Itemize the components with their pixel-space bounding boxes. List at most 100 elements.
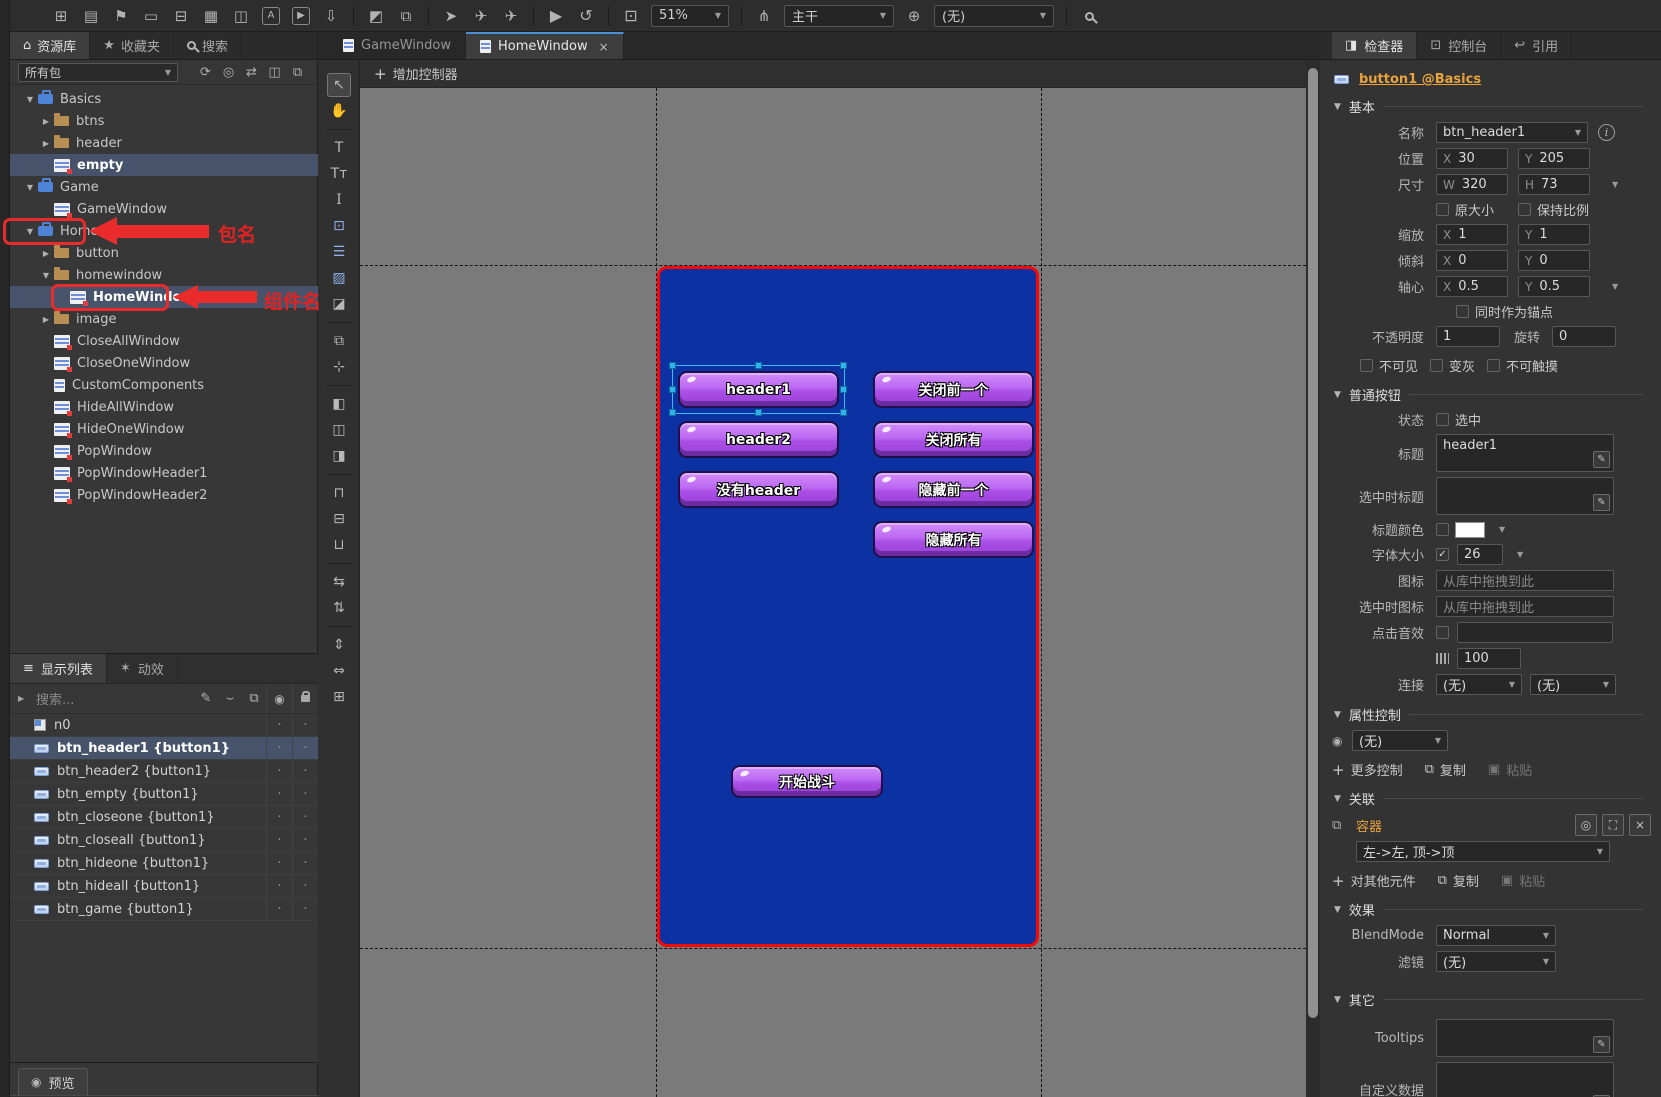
display-list-item-btn_closeall[interactable]: btn_closeall {button1}·· [10, 829, 318, 852]
library-tab-资源库[interactable]: ⌂资源库 [10, 32, 90, 59]
chevron-down-icon[interactable]: ▼ [1606, 180, 1618, 189]
chevron-down-icon[interactable]: ▼ [1606, 282, 1618, 291]
expander-icon[interactable]: ▶ [38, 315, 54, 324]
display-list-item-btn_game[interactable]: btn_game {button1}·· [10, 898, 318, 921]
paste-controls-button[interactable]: ▣粘贴 [1488, 760, 1532, 779]
tree-item-GameWindow[interactable]: GameWindow [10, 198, 318, 220]
publish-icon[interactable]: ➤ [438, 7, 464, 25]
expander-icon[interactable]: ▶ [38, 117, 54, 126]
expander-icon[interactable]: ▶ [38, 249, 54, 258]
game-button-隐藏所有[interactable]: 隐藏所有 [873, 521, 1034, 558]
locate-icon[interactable]: ◎ [217, 65, 240, 80]
copy-controls-button[interactable]: ⧉复制 [1425, 760, 1466, 779]
display-list-item-n0[interactable]: n0·· [10, 714, 318, 737]
section-prop-control[interactable]: ▼属性控制 [1334, 705, 1651, 724]
expander-icon[interactable]: ▼ [38, 271, 54, 280]
tree-item-btns[interactable]: ▶btns [10, 110, 318, 132]
title-color-checkbox[interactable] [1436, 523, 1449, 536]
inspector-tab-引用[interactable]: ↩引用 [1501, 32, 1572, 59]
branch-icon[interactable]: ⋔ [751, 7, 777, 25]
font-size-field[interactable]: 26 [1457, 544, 1503, 565]
game-button-隐藏前一个[interactable]: 隐藏前一个 [873, 471, 1034, 508]
visible-toggle[interactable]: · [266, 806, 292, 828]
display-list-item-btn_header2[interactable]: btn_header2 {button1}·· [10, 760, 318, 783]
skew-y-field[interactable]: Y0 [1518, 250, 1590, 271]
visible-toggle[interactable]: · [266, 760, 292, 782]
title-input[interactable]: header1 ✎ [1436, 434, 1614, 472]
link-select-2[interactable]: (无)▼ [1530, 674, 1616, 695]
position-y-field[interactable]: Y205 [1518, 148, 1590, 169]
scale-y-field[interactable]: Y1 [1518, 224, 1590, 245]
tree-item-empty[interactable]: empty [10, 154, 318, 176]
position-x-field[interactable]: X30 [1436, 148, 1508, 169]
display-list-tab-显示列表[interactable]: ≡显示列表 [10, 654, 107, 683]
list-tool-icon[interactable]: ☰ [327, 240, 351, 264]
display-list-item-btn_header1[interactable]: btn_header1 {button1}·· [10, 737, 318, 760]
expand-relation-button[interactable]: ⛶ [1602, 814, 1624, 836]
volume-field[interactable]: 100 [1457, 648, 1521, 669]
lock-toggle[interactable]: · [292, 714, 318, 736]
stage[interactable]: header1header2没有header关闭前一个关闭所有隐藏前一个隐藏所有… [360, 88, 1306, 1097]
lock-toggle[interactable]: · [292, 760, 318, 782]
align-bottom-icon[interactable]: ⊔ [327, 533, 351, 557]
blendmode-select[interactable]: Normal▼ [1436, 925, 1556, 946]
align-top-icon[interactable]: ⊓ [327, 481, 351, 505]
group-tool-icon[interactable]: ⧉ [327, 329, 351, 353]
button-widget-icon[interactable]: ▭ [138, 7, 164, 25]
visible-toggle[interactable]: · [266, 875, 292, 897]
size-w-field[interactable]: W320 [1436, 174, 1508, 195]
section-other[interactable]: ▼其它 [1334, 990, 1651, 1009]
chevron-down-icon[interactable]: ▼ [1493, 525, 1505, 534]
display-list-tab-动效[interactable]: ✶动效 [107, 654, 178, 683]
expander-icon[interactable]: ▼ [22, 183, 38, 192]
selection-handle[interactable] [840, 409, 847, 416]
selected-icon-drop-field[interactable]: 从库中拖拽到此 [1436, 596, 1614, 617]
package-filter-select[interactable]: 所有包 ▼ [18, 63, 178, 82]
expander-icon[interactable]: ▼ [22, 95, 38, 104]
chevron-down-icon[interactable]: ▼ [1511, 550, 1523, 559]
filter-select[interactable]: (无)▼ [1436, 951, 1556, 972]
lock-column-icon[interactable] [292, 684, 318, 713]
close-icon[interactable]: × [599, 40, 609, 54]
click-sound-checkbox[interactable] [1436, 626, 1449, 639]
tree-item-PopWindow[interactable]: PopWindow [10, 440, 318, 462]
eye-closed-icon[interactable]: ⌣ [218, 691, 242, 706]
tree-item-CloseAllWindow[interactable]: CloseAllWindow [10, 330, 318, 352]
name-select[interactable]: btn_header1 ▼ [1436, 122, 1588, 143]
sync-icon[interactable]: ⇄ [240, 65, 263, 80]
add-controller-button[interactable]: 增加控制器 [393, 64, 458, 83]
align-left-icon[interactable]: ◧ [327, 392, 351, 416]
test-publish-icon[interactable]: ✈ [498, 7, 524, 25]
tree-item-button[interactable]: ▶button [10, 242, 318, 264]
visible-toggle[interactable]: · [266, 829, 292, 851]
input-tool-icon[interactable]: I [327, 188, 351, 212]
loader-tool-icon[interactable]: ▨ [327, 266, 351, 290]
size-h-field[interactable]: H73 [1518, 174, 1590, 195]
link-select-1[interactable]: (无)▼ [1436, 674, 1522, 695]
preview-monitor-icon[interactable]: ⊡ [618, 6, 644, 25]
tree-item-PopWindowHeader2[interactable]: PopWindowHeader2 [10, 484, 318, 506]
display-list-item-btn_empty[interactable]: btn_empty {button1}·· [10, 783, 318, 806]
section-effects[interactable]: ▼效果 [1334, 900, 1651, 919]
inspector-tab-检查器[interactable]: ◨检查器 [1332, 32, 1417, 59]
import-icon[interactable]: ⇩ [318, 7, 344, 25]
grid-icon[interactable]: ⊞ [327, 685, 351, 709]
component-preview-window[interactable]: header1header2没有header关闭前一个关闭所有隐藏前一个隐藏所有… [657, 266, 1039, 947]
lock-toggle[interactable]: · [292, 875, 318, 897]
grayed-checkbox[interactable]: 变灰 [1430, 356, 1475, 375]
duplicate-icon[interactable]: ⧉ [242, 691, 266, 706]
save-all-icon[interactable]: ⧉ [393, 7, 419, 25]
lang-select[interactable]: (无)▼ [934, 5, 1054, 27]
pivot-x-field[interactable]: X0.5 [1436, 276, 1508, 297]
document-tab-HomeWindow[interactable]: HomeWindow× [466, 32, 624, 59]
selection-box[interactable] [672, 365, 845, 414]
transform-tool-icon[interactable]: ⊹ [327, 355, 351, 379]
split-view-icon[interactable]: ◫ [263, 65, 286, 80]
tree-item-PopWindowHeader1[interactable]: PopWindowHeader1 [10, 462, 318, 484]
tree-item-HideAllWindow[interactable]: HideAllWindow [10, 396, 318, 418]
hand-tool-icon[interactable]: ✋ [327, 99, 351, 123]
more-controls-button[interactable]: +更多控制 [1332, 760, 1403, 779]
selection-handle[interactable] [840, 362, 847, 369]
game-button-关闭前一个[interactable]: 关闭前一个 [873, 371, 1034, 408]
click-sound-field[interactable] [1457, 622, 1613, 643]
